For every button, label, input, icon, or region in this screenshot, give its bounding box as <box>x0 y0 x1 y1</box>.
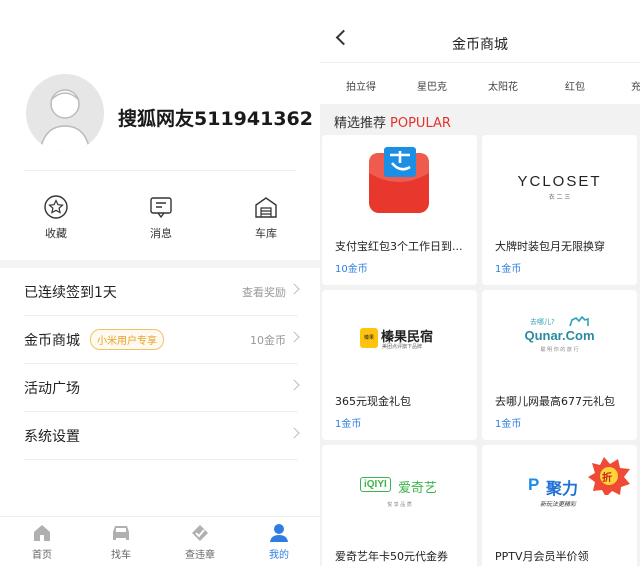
xiaomi-exclusive-badge: 小米用户专享 <box>90 329 164 350</box>
chevron-right-icon <box>288 283 300 295</box>
tab-find-car[interactable]: 找车 <box>91 523 151 561</box>
violation-icon <box>190 523 210 543</box>
camel-icon <box>569 315 589 327</box>
brand-text: 聚力 <box>546 479 579 498</box>
username: 搜狐网友511941362 <box>118 108 313 130</box>
product-price: 10金币 <box>335 264 368 275</box>
product-name: 去哪儿网最高677元礼包 <box>495 395 615 408</box>
tab-home[interactable]: 首页 <box>12 523 72 561</box>
product-name: 365元现金礼包 <box>335 395 411 408</box>
signin-row[interactable]: 已连续签到1天 查看奖励 <box>24 268 300 316</box>
tab-violation-label: 查违章 <box>185 550 215 561</box>
favorites-button[interactable]: 收藏 <box>26 194 86 241</box>
avatar[interactable] <box>26 74 104 152</box>
home-icon <box>32 523 52 543</box>
featured-section-header: 精选推荐 POPULAR <box>320 104 640 134</box>
brand-logo-text: iQIYI <box>360 477 391 492</box>
mall-header: 金币商城 <box>320 0 640 62</box>
brand-text: 爱奇艺 <box>398 481 438 496</box>
product-name: 支付宝红包3个工作日到... <box>335 240 463 253</box>
category-tab[interactable]: 拍立得 <box>346 78 376 93</box>
pptv-logo: P 聚力 新玩法更精彩 折 <box>482 445 637 539</box>
settings-row[interactable]: 系统设置 <box>24 412 300 460</box>
category-tab[interactable]: 星巴克 <box>417 78 447 93</box>
message-icon <box>148 194 174 220</box>
alipay-logo <box>322 135 477 229</box>
brand-top-text: 去哪儿? <box>530 318 555 326</box>
section-gap <box>0 260 320 268</box>
product-card[interactable]: YCLOSET 衣 二 三 大牌时装包月无限换穿 1金币 <box>482 135 637 285</box>
product-price: 1金币 <box>495 419 522 430</box>
ycloset-logo: YCLOSET 衣 二 三 <box>482 135 637 229</box>
brand-text: Qunar.Com <box>524 328 595 343</box>
activity-row[interactable]: 活动广场 <box>24 364 300 412</box>
signin-label: 已连续签到1天 <box>24 284 117 301</box>
page-title: 金币商城 <box>452 37 508 53</box>
activity-label: 活动广场 <box>24 380 80 397</box>
chevron-right-icon <box>288 331 300 343</box>
section-tag: POPULAR <box>390 116 451 131</box>
screen: 搜狐网友511941362 收藏 消息 车库 已连续签到1天 查看奖励 金币商城… <box>0 0 640 566</box>
brand-subtext: 美团点评旗下品牌 <box>382 344 423 350</box>
tab-mine-label: 我的 <box>269 550 289 561</box>
discount-badge-text: 折 <box>602 473 612 484</box>
profile-page: 搜狐网友511941362 收藏 消息 车库 已连续签到1天 查看奖励 金币商城… <box>0 0 320 566</box>
iqiyi-logo: iQIYI 爱奇艺 悦 享 品 质 <box>322 445 477 539</box>
product-card[interactable]: 去哪儿? Qunar.Com 聪 明 你 的 旅 行 去哪儿网最高677元礼包 … <box>482 290 637 440</box>
star-icon <box>43 194 69 220</box>
chevron-right-icon <box>288 427 300 439</box>
product-card[interactable]: 支付宝红包3个工作日到... 10金币 <box>322 135 477 285</box>
garage-label: 车库 <box>255 227 277 240</box>
garage-button[interactable]: 车库 <box>236 194 296 241</box>
brand-text: YCLOSET <box>517 173 602 190</box>
coin-mall-row[interactable]: 金币商城 小米用户专享 10金币 <box>24 316 300 364</box>
product-card[interactable]: iQIYI 爱奇艺 悦 享 品 质 爱奇艺年卡50元代金券 <box>322 445 477 566</box>
category-tabs: 拍立得 星巴克 太阳花 红包 充 <box>320 62 640 104</box>
product-card[interactable]: 榛果 榛果民宿 美团点评旗下品牌 365元现金礼包 1金币 <box>322 290 477 440</box>
product-name: 爱奇艺年卡50元代金券 <box>335 550 448 563</box>
product-card[interactable]: P 聚力 新玩法更精彩 折 PPTV月会员半价领 <box>482 445 637 566</box>
brand-subtext: 悦 享 品 质 <box>387 502 412 508</box>
coin-mall-page: 金币商城 拍立得 星巴克 太阳花 红包 充 精选推荐 POPULAR 支付宝红包3… <box>320 0 640 566</box>
tab-violation[interactable]: 查违章 <box>170 523 230 561</box>
section-title: 精选推荐 <box>334 116 387 131</box>
tab-mine[interactable]: 我的 <box>249 523 309 561</box>
product-name: 大牌时装包月无限换穿 <box>495 240 605 253</box>
view-rewards-link[interactable]: 查看奖励 <box>242 284 286 300</box>
settings-label: 系统设置 <box>24 428 80 445</box>
profile-icon <box>269 523 289 543</box>
brand-subtext: 聪 明 你 的 旅 行 <box>540 347 579 353</box>
coin-mall-label: 金币商城 <box>24 332 80 349</box>
car-icon <box>111 523 131 543</box>
zhenguo-logo: 榛果 榛果民宿 美团点评旗下品牌 <box>322 290 477 384</box>
tab-find-car-label: 找车 <box>111 550 131 561</box>
favorites-label: 收藏 <box>45 227 67 240</box>
chevron-right-icon <box>288 379 300 391</box>
product-price: 1金币 <box>335 419 362 430</box>
messages-button[interactable]: 消息 <box>131 194 191 241</box>
profile-header[interactable]: 搜狐网友511941362 <box>0 0 320 160</box>
brand-subtext: 衣 二 三 <box>548 194 571 201</box>
category-tab[interactable]: 充 <box>631 78 640 93</box>
divider <box>24 170 296 171</box>
product-price: 1金币 <box>495 264 522 275</box>
product-name: PPTV月会员半价领 <box>495 550 589 563</box>
coin-balance: 10金币 <box>250 333 286 347</box>
bottom-tabbar: 首页 找车 查违章 我的 <box>0 516 320 566</box>
garage-icon <box>253 194 279 220</box>
tab-home-label: 首页 <box>32 550 52 561</box>
qunar-logo: 去哪儿? Qunar.Com 聪 明 你 的 旅 行 <box>482 290 637 384</box>
category-tab[interactable]: 红包 <box>565 78 585 93</box>
brand-subtext: 新玩法更精彩 <box>540 501 577 508</box>
messages-label: 消息 <box>150 227 172 240</box>
category-tab[interactable]: 太阳花 <box>488 78 518 93</box>
